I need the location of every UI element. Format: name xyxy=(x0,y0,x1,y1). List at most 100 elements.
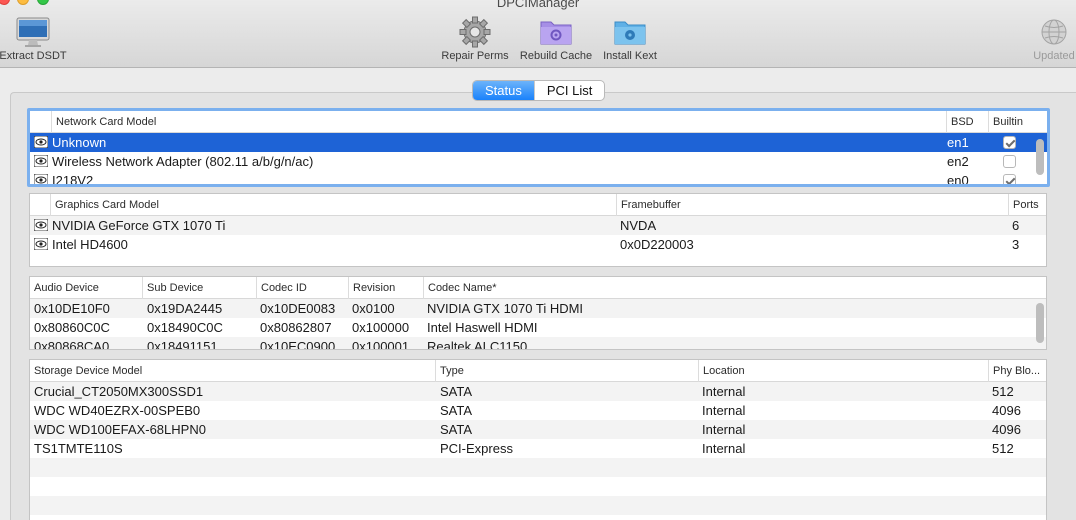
storage-location-cell: Internal xyxy=(702,384,746,399)
updated-button[interactable]: Updated xyxy=(1026,16,1076,62)
empty-row xyxy=(30,458,1046,477)
storage-device-table[interactable]: Storage Device Model Type Location Phy B… xyxy=(29,359,1047,520)
audio-sub-cell: 0x18490C0C xyxy=(147,320,223,335)
table-row[interactable]: WDC WD40EZRX-00SPEB0 SATA Internal 4096 xyxy=(30,401,1046,420)
table-row[interactable]: Crucial_CT2050MX300SSD1 SATA Internal 51… xyxy=(30,382,1046,401)
folder-gear-icon xyxy=(540,21,572,45)
graphics-framebuffer-cell: NVDA xyxy=(620,218,657,233)
graphics-card-table[interactable]: Graphics Card Model Framebuffer Ports NV… xyxy=(29,193,1047,267)
storage-type-cell: SATA xyxy=(440,384,473,399)
audio-sub-cell: 0x19DA2445 xyxy=(147,301,223,316)
builtin-checkbox[interactable] xyxy=(1003,136,1016,149)
audio-device-table[interactable]: Audio Device Sub Device Codec ID Revisio… xyxy=(29,276,1047,350)
table-row[interactable]: I218V2 en0 xyxy=(30,171,1047,187)
network-header-builtin[interactable]: Builtin xyxy=(988,111,1032,133)
network-scrollbar[interactable] xyxy=(1036,139,1044,175)
globe-icon xyxy=(1041,19,1067,45)
storage-header-phy[interactable]: Phy Blo... xyxy=(988,360,1046,382)
imac-icon xyxy=(16,17,50,47)
storage-phy-cell: 4096 xyxy=(992,403,1021,418)
audio-header-name[interactable]: Codec Name* xyxy=(423,277,1034,299)
storage-location-cell: Internal xyxy=(702,441,746,456)
storage-type-cell: PCI-Express xyxy=(440,441,513,456)
storage-type-cell: SATA xyxy=(440,403,473,418)
folder-radiation-icon xyxy=(614,21,646,45)
storage-model-cell: Crucial_CT2050MX300SSD1 xyxy=(34,384,204,399)
network-bsd-cell: en0 xyxy=(947,173,969,187)
gear-icon xyxy=(459,16,491,48)
network-bsd-cell: en2 xyxy=(947,154,969,169)
audio-table-header: Audio Device Sub Device Codec ID Revisio… xyxy=(30,277,1046,299)
empty-row xyxy=(30,477,1046,496)
tab-switcher: Status PCI List xyxy=(472,80,606,101)
extract-dsdt-button[interactable]: Extract DSDT xyxy=(0,16,70,62)
storage-header-location[interactable]: Location xyxy=(698,360,988,382)
rebuild-cache-label: Rebuild Cache xyxy=(519,50,593,62)
audio-header-codec[interactable]: Codec ID xyxy=(256,277,348,299)
install-kext-button[interactable]: Install Kext xyxy=(598,16,662,62)
repair-perms-button[interactable]: Repair Perms xyxy=(438,16,512,62)
table-row[interactable]: TS1TMTE110S PCI-Express Internal 512 xyxy=(30,439,1046,458)
table-row[interactable]: Wireless Network Adapter (802.11 a/b/g/n… xyxy=(30,152,1047,171)
graphics-ports-cell: 6 xyxy=(1012,218,1020,233)
storage-model-cell: WDC WD40EZRX-00SPEB0 xyxy=(34,403,201,418)
graphics-header-framebuffer[interactable]: Framebuffer xyxy=(616,194,1008,216)
empty-row xyxy=(30,496,1046,515)
updated-label: Updated xyxy=(1033,50,1075,62)
graphics-header-model[interactable]: Graphics Card Model xyxy=(50,194,616,216)
storage-phy-cell: 512 xyxy=(992,441,1014,456)
tab-status[interactable]: Status xyxy=(473,81,534,100)
audio-header-device[interactable]: Audio Device xyxy=(30,277,142,299)
network-model-cell: I218V2 xyxy=(52,173,94,187)
rebuild-cache-button[interactable]: Rebuild Cache xyxy=(516,16,596,62)
eye-icon[interactable] xyxy=(34,155,48,167)
repair-perms-label: Repair Perms xyxy=(441,50,509,62)
storage-header-model[interactable]: Storage Device Model xyxy=(30,360,435,382)
tab-pci-list[interactable]: PCI List xyxy=(533,81,605,100)
eye-icon[interactable] xyxy=(34,136,48,148)
graphics-framebuffer-cell: 0x0D220003 xyxy=(620,237,694,252)
graphics-table-header: Graphics Card Model Framebuffer Ports xyxy=(30,194,1046,216)
audio-device-cell: 0x10DE10F0 xyxy=(34,301,110,316)
builtin-checkbox[interactable] xyxy=(1003,155,1016,168)
audio-codec-cell: 0x80862807 xyxy=(260,320,332,335)
table-row[interactable]: 0x80868CA0 0x18491151 0x10EC0900 0x10000… xyxy=(30,337,1046,350)
eye-icon[interactable] xyxy=(34,219,48,231)
graphics-header-ports[interactable]: Ports xyxy=(1008,194,1046,216)
table-row[interactable]: Unknown en1 xyxy=(30,133,1047,152)
storage-type-cell: SATA xyxy=(440,422,473,437)
network-bsd-cell: en1 xyxy=(947,135,969,150)
table-row[interactable]: 0x10DE10F0 0x19DA2445 0x10DE0083 0x0100 … xyxy=(30,299,1046,318)
graphics-model-cell: Intel HD4600 xyxy=(52,237,128,252)
extract-dsdt-label: Extract DSDT xyxy=(0,50,67,62)
storage-location-cell: Internal xyxy=(702,403,746,418)
network-model-cell: Wireless Network Adapter (802.11 a/b/g/n… xyxy=(52,154,314,169)
audio-codec-cell: 0x10EC0900 xyxy=(260,339,336,350)
network-card-table[interactable]: Network Card Model BSD Builtin Unknown e… xyxy=(27,108,1050,187)
table-row[interactable]: 0x80860C0C 0x18490C0C 0x80862807 0x10000… xyxy=(30,318,1046,337)
audio-name-cell: Intel Haswell HDMI xyxy=(427,320,538,335)
eye-icon[interactable] xyxy=(34,238,48,250)
audio-name-cell: Realtek ALC1150 xyxy=(427,339,528,350)
toolbar: DPCIManager Extract DSDT Repair Perms Re… xyxy=(0,0,1076,68)
builtin-checkbox[interactable] xyxy=(1003,174,1016,184)
table-row[interactable]: NVIDIA GeForce GTX 1070 Ti NVDA 6 xyxy=(30,216,1046,235)
network-model-cell: Unknown xyxy=(52,135,107,150)
audio-sub-cell: 0x18491151 xyxy=(147,339,218,350)
audio-header-sub[interactable]: Sub Device xyxy=(142,277,256,299)
graphics-model-cell: NVIDIA GeForce GTX 1070 Ti xyxy=(52,218,226,233)
network-table-header: Network Card Model BSD Builtin xyxy=(30,111,1047,133)
audio-device-cell: 0x80868CA0 xyxy=(34,339,110,350)
audio-scrollbar[interactable] xyxy=(1036,303,1044,343)
audio-revision-cell: 0x100001 xyxy=(352,339,410,350)
storage-location-cell: Internal xyxy=(702,422,746,437)
storage-header-type[interactable]: Type xyxy=(435,360,698,382)
table-row[interactable]: WDC WD100EFAX-68LHPN0 SATA Internal 4096 xyxy=(30,420,1046,439)
eye-icon[interactable] xyxy=(34,174,48,186)
table-row[interactable]: Intel HD4600 0x0D220003 3 xyxy=(30,235,1046,254)
window-title: DPCIManager xyxy=(496,0,580,10)
audio-revision-cell: 0x0100 xyxy=(352,301,395,316)
network-header-model[interactable]: Network Card Model xyxy=(51,111,946,133)
audio-header-revision[interactable]: Revision xyxy=(348,277,423,299)
network-header-bsd[interactable]: BSD xyxy=(946,111,988,133)
